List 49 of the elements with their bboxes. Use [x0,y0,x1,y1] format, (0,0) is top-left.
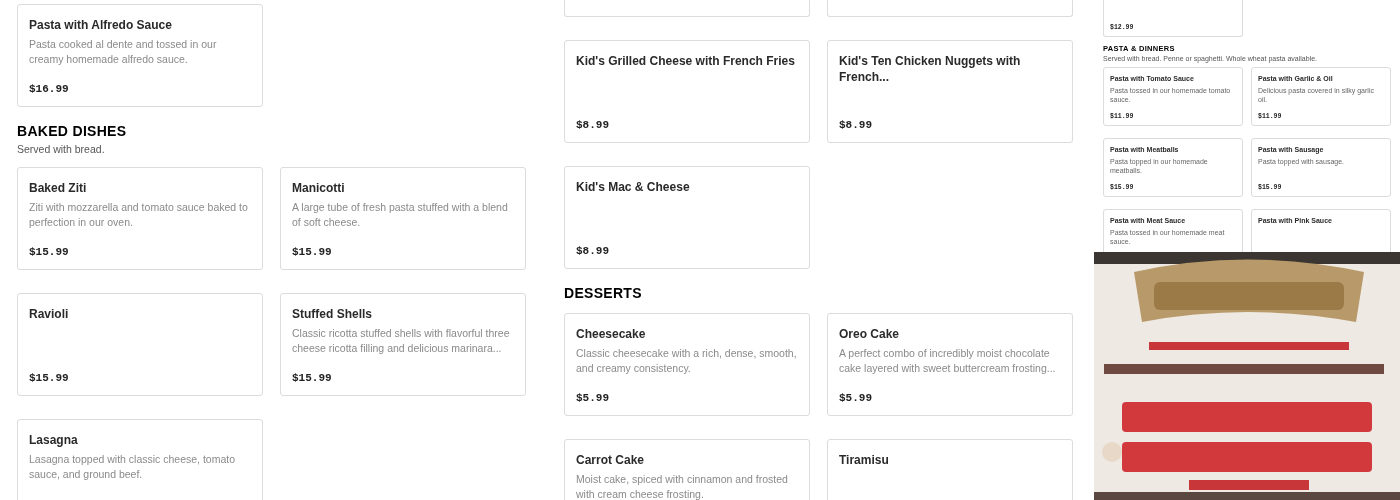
dish-title: Pasta with Alfredo Sauce [29,18,172,34]
section-heading: DESSERTS [564,286,643,302]
menu-card[interactable]: Kid's Mac & Cheese $8.99 [564,166,810,269]
section-subtitle: Served with bread. [17,143,106,156]
price: $15.99 [292,246,332,259]
menu-card[interactable] [827,0,1073,17]
price: $5.99 [576,392,609,405]
dish-title: Kid's Grilled Cheese with French Fries [576,54,795,70]
price: $16.99 [29,83,69,95]
menu-card[interactable]: Stuffed Shells Classic ricotta stuffed shells with flavorful three cheese ricotta filling and delicious marinara... $15.99 [280,293,526,397]
dish-description: Pasta cooked al dente and tossed in our creamy homemade alfredo sauce. [29,36,218,67]
dish-description: Moist cake, spiced with cinnamon and frosted with cream cheese frosting. [576,472,789,500]
dish-title: Baked Ziti [29,181,87,197]
dish-title: Ravioli [29,307,69,323]
price: $8.99 [839,119,872,131]
dish-description: A perfect combo of incredibly moist chocolate cake layered with sweet buttercream frosting... [839,346,1057,376]
dish-description: Classic ricotta stuffed shells with flavorful three cheese ricotta filling and delicious marinara... [292,326,511,356]
price: $15.99 [29,246,69,259]
menu-card[interactable]: Carrot Cake Moist cake, spiced with cinnamon and frosted with cream cheese frosting. [564,439,810,500]
menu-card[interactable] [564,0,810,17]
price: $8.99 [576,245,609,257]
dish-title: Cheesecake [576,327,646,343]
price: $15.99 [292,372,332,385]
dish-title: Stuffed Shells [292,307,372,323]
dish-title: Kid's Ten Chicken Nuggets with French... [839,54,1022,86]
dish-description: Ziti with mozzarella and tomato sauce baked to perfection in our oven. [29,200,249,230]
menu-card[interactable]: Oreo Cake A perfect combo of incredibly moist chocolate cake layered with sweet buttercream frosting... $5.99 [827,313,1073,417]
section-heading: BAKED DISHES [17,124,128,140]
dish-description: Lasagna topped with classic cheese, tomato sauce, and ground beef. [29,452,237,482]
price: $15.99 [29,372,69,385]
menu-card[interactable]: Kid's Ten Chicken Nuggets with French... $8.99 [827,40,1073,143]
price: $5.99 [839,392,872,405]
dish-description: Classic cheesecake with a rich, dense, smooth, and creamy consistency. [576,346,798,376]
menu-card[interactable]: Lasagna Lasagna topped with classic cheese, tomato sauce, and ground beef. [17,419,263,500]
dish-title: Oreo Cake [839,327,900,343]
price: $8.99 [576,119,609,131]
dish-title: Kid's Mac & Cheese [576,180,690,196]
menu-card[interactable]: Pasta with Alfredo Sauce Pasta cooked al dente and tossed in our creamy homemade alfredo sauce. $16.99 [17,4,263,107]
menu-card[interactable]: Manicotti A large tube of fresh pasta stuffed with a blend of soft cheese. $15.99 [280,167,526,271]
dish-title: Tiramisu [839,453,889,469]
menu-card[interactable]: Cheesecake Classic cheesecake with a rich, dense, smooth, and creamy consistency. $5.99 [564,313,810,417]
menu-card[interactable]: Kid's Grilled Cheese with French Fries $8.99 [564,40,810,143]
menu-card[interactable]: Baked Ziti Ziti with mozzarella and tomato sauce baked to perfection in our oven. $15.99 [17,167,263,271]
menu-card[interactable]: Ravioli $15.99 [17,293,263,397]
dish-title: Lasagna [29,433,78,449]
dish-title: Manicotti [292,181,345,197]
menu-card[interactable]: Tiramisu [827,439,1073,500]
dish-description: A large tube of fresh pasta stuffed with a blend of soft cheese. [292,200,509,230]
dish-title: Carrot Cake [576,453,645,469]
